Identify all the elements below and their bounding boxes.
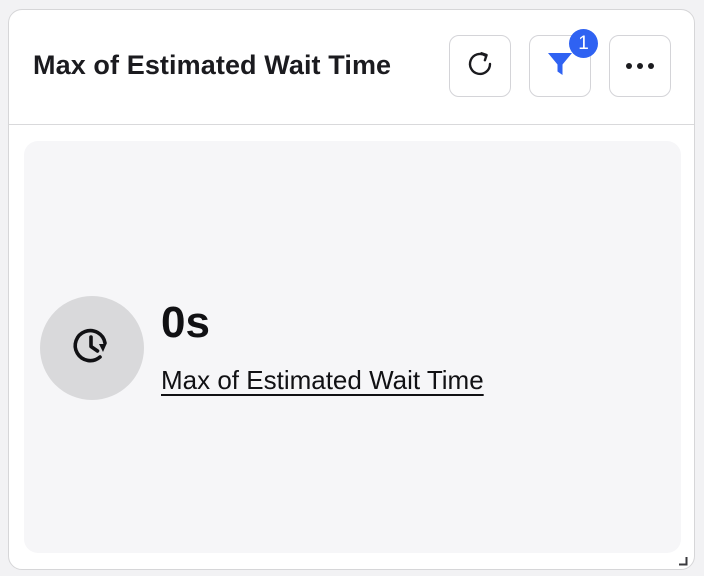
filter-icon [546, 50, 574, 83]
metric-icon-circle [40, 296, 144, 400]
metric-body: 0s Max of Estimated Wait Time [24, 141, 681, 553]
more-options-button[interactable] [609, 35, 671, 97]
metric-value: 0s [161, 298, 210, 347]
clock-refresh-icon [68, 322, 116, 375]
filter-count-badge: 1 [569, 29, 598, 58]
more-horizontal-icon [625, 57, 655, 75]
metric-widget-card: Max of Estimated Wait Time 1 0s Max of E… [8, 9, 695, 570]
metric-label-link[interactable]: Max of Estimated Wait Time [161, 365, 484, 396]
refresh-button[interactable] [449, 35, 511, 97]
widget-header: Max of Estimated Wait Time 1 [9, 10, 694, 125]
widget-title: Max of Estimated Wait Time [33, 50, 392, 80]
refresh-icon [465, 49, 495, 84]
resize-handle-icon[interactable] [678, 553, 688, 566]
